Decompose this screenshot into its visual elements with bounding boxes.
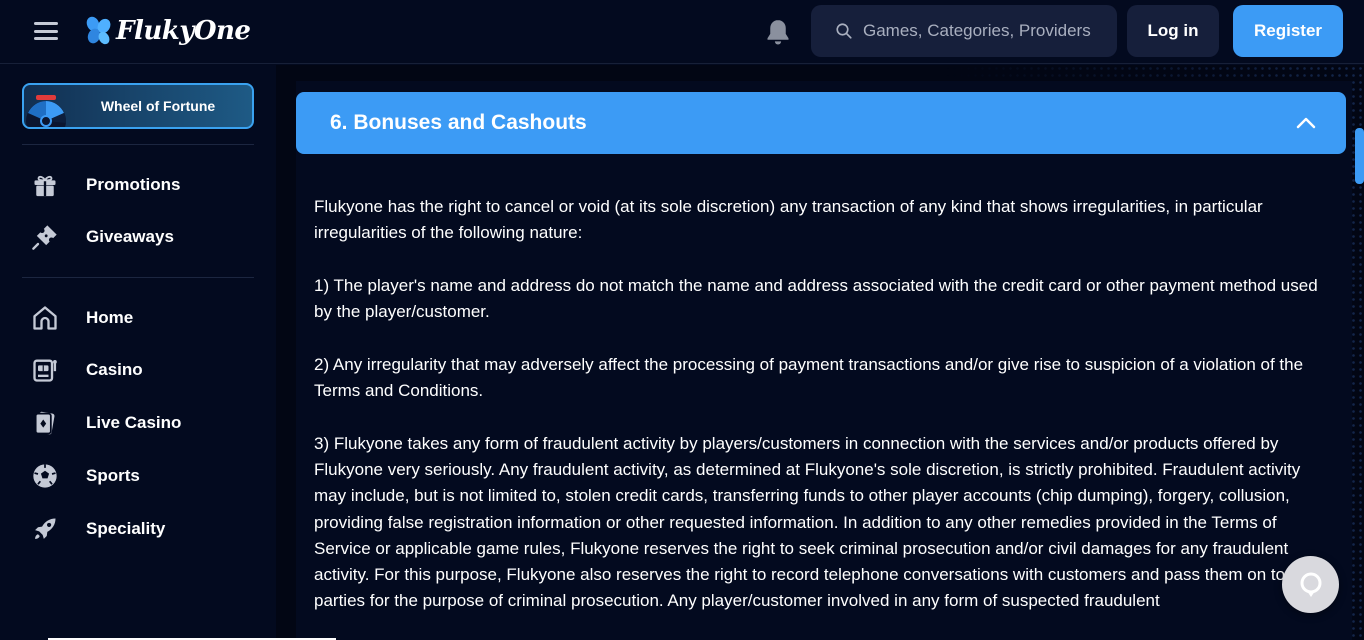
sidebar-item-label: Casino (86, 360, 143, 379)
sidebar-divider (22, 277, 254, 278)
sidebar-item-label: Live Casino (86, 413, 182, 432)
sidebar-item-speciality[interactable]: Speciality (22, 507, 254, 551)
chevron-up-icon[interactable] (1296, 113, 1316, 133)
gift-icon (30, 170, 60, 200)
sidebar-item-label: Giveaways (86, 227, 174, 246)
search-bar[interactable] (811, 5, 1117, 57)
ticket-icon (30, 222, 60, 252)
sidebar: Wheel of Fortune Promotions Giveaways Ho… (0, 65, 276, 640)
search-input[interactable] (863, 21, 1113, 41)
sidebar-item-label: Home (86, 308, 134, 327)
search-icon (836, 23, 852, 39)
chat-button[interactable] (1282, 556, 1339, 613)
paragraph: Flukyone has the right to cancel or void… (314, 197, 1263, 243)
sidebar-item-live-casino[interactable]: Live Casino (22, 401, 254, 445)
paragraph: 1) The player's name and address do not … (314, 275, 1318, 322)
sidebar-item-label: Sports (86, 466, 140, 485)
clover-logo-icon (86, 16, 111, 45)
paragraph: 3) Flukyone takes any form of fraudulent… (314, 433, 1323, 611)
home-icon (30, 303, 60, 333)
register-button[interactable]: Register (1233, 5, 1343, 57)
sidebar-item-giveaways[interactable]: Giveaways (22, 215, 254, 259)
wheel-of-fortune-label: Wheel of Fortune (100, 98, 216, 114)
sidebar-divider (22, 144, 254, 145)
top-header: FlukyOne Log in Register (0, 0, 1364, 64)
menu-icon[interactable] (34, 22, 58, 40)
paragraph: 2) Any irregularity that may adversely a… (314, 354, 1304, 401)
logo-text: FlukyOne (116, 16, 251, 46)
bell-icon[interactable] (762, 16, 794, 48)
section-title: 6. Bonuses and Cashouts (330, 111, 587, 134)
sidebar-item-casino[interactable]: Casino (22, 348, 254, 392)
sidebar-item-home[interactable]: Home (22, 296, 254, 340)
sidebar-item-label: Promotions (86, 175, 181, 194)
cards-icon (30, 408, 60, 438)
slot-machine-icon (30, 355, 60, 385)
soccer-ball-icon (30, 461, 60, 491)
scrollbar-thumb[interactable] (1355, 128, 1364, 184)
sidebar-item-sports[interactable]: Sports (22, 454, 254, 498)
main-content: 6. Bonuses and Cashouts Flukyone has the… (276, 65, 1364, 640)
sidebar-item-promotions[interactable]: Promotions (22, 163, 254, 207)
accordion-header-bonuses[interactable]: 6. Bonuses and Cashouts (296, 92, 1346, 154)
sidebar-item-label: Speciality (86, 519, 166, 538)
logo[interactable]: FlukyOne (84, 10, 251, 52)
terms-text: Flukyone has the right to cancel or void… (314, 194, 1324, 640)
login-button[interactable]: Log in (1127, 5, 1219, 57)
rocket-icon (30, 514, 60, 544)
chat-icon (1300, 572, 1321, 597)
wheel-of-fortune-button[interactable]: Wheel of Fortune (22, 83, 254, 129)
